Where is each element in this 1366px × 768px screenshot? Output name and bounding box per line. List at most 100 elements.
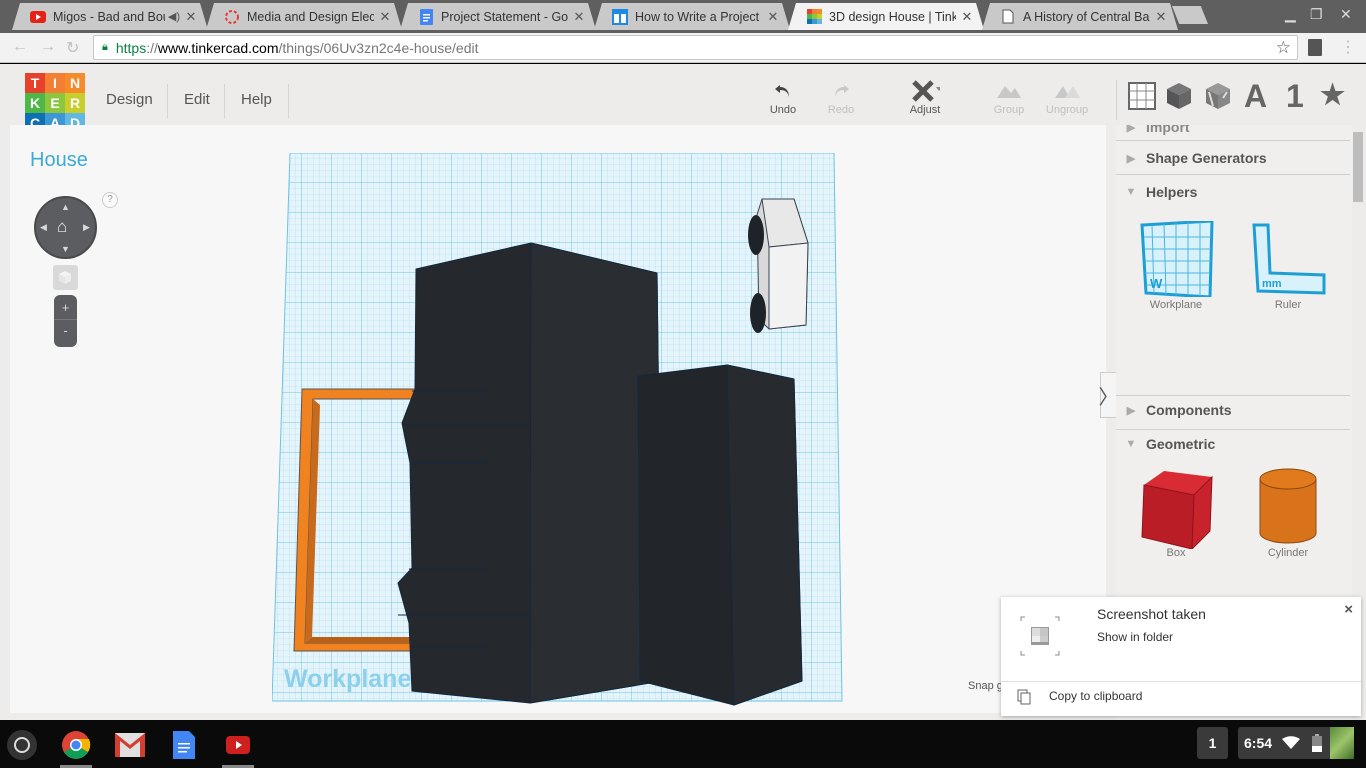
browser-tab[interactable]: Migos - Bad and Boujee ◀) ✕ [12, 3, 208, 30]
tab-close-icon[interactable]: ✕ [184, 9, 198, 25]
close-window-icon[interactable]: ✕ [1340, 6, 1352, 23]
adjust-label: Adjust [909, 104, 941, 116]
reload-icon[interactable]: ↻ [66, 38, 79, 58]
snap-grid-label[interactable]: Snap g [968, 680, 1003, 692]
minimize-icon[interactable]: ▁ [1285, 6, 1296, 23]
tinkercad-icon [806, 9, 822, 25]
shape-ruler[interactable]: mm Ruler [1243, 219, 1333, 311]
close-notification-icon[interactable]: × [1344, 601, 1353, 618]
browser-menu-icon[interactable]: ⋮ [1340, 37, 1356, 57]
copy-to-clipboard-button[interactable]: Copy to clipboard [1049, 689, 1142, 703]
panel-collapse-button[interactable]: 〉 [1099, 372, 1119, 418]
shape-label: Cylinder [1267, 547, 1309, 559]
youtube-icon [30, 9, 46, 25]
dark-block-shape[interactable] [637, 364, 803, 706]
redo-button[interactable]: Redo [816, 78, 866, 116]
design-canvas[interactable]: House ▲ ▼ ◀ ▶ ⌂ ? + - Workplane Snap g [10, 125, 1106, 713]
home-view-icon[interactable]: ⌂ [57, 217, 67, 237]
notification-count-badge[interactable]: 1 [1197, 727, 1228, 759]
browser-tab[interactable]: Project Statement - Google Docs ✕ [400, 3, 596, 30]
orbit-right-icon[interactable]: ▶ [83, 222, 90, 233]
help-button[interactable]: ? [102, 192, 118, 208]
google-docs-icon[interactable] [169, 730, 199, 760]
expand-arrow-icon: ▶ [1126, 404, 1136, 417]
number-icon[interactable]: 1 [1286, 78, 1304, 115]
show-in-folder-link[interactable]: Show in folder [1097, 630, 1173, 644]
section-divider [1116, 429, 1350, 430]
tab-close-icon[interactable]: ✕ [766, 9, 780, 25]
url-path: /things/06Uv3zn2c4e-house/edit [278, 39, 479, 56]
menu-help[interactable]: Help [241, 91, 272, 108]
shape-cylinder[interactable]: Cylinder [1243, 467, 1333, 559]
orbit-left-icon[interactable]: ◀ [40, 222, 47, 233]
view-navigation-control[interactable]: ▲ ▼ ◀ ▶ ⌂ [34, 196, 97, 259]
shape-label: Ruler [1274, 299, 1302, 311]
menu-edit[interactable]: Edit [184, 91, 210, 108]
tab-close-icon[interactable]: ✕ [1154, 9, 1168, 25]
zoom-out-button[interactable]: - [54, 320, 77, 345]
launcher-icon[interactable] [7, 730, 37, 760]
tab-close-icon[interactable]: ✕ [960, 9, 974, 25]
system-tray[interactable]: 6:54 [1238, 727, 1354, 759]
favorites-icon[interactable]: ★ [1320, 78, 1345, 111]
zoom-control: + - [54, 295, 77, 347]
back-icon[interactable]: ← [12, 38, 28, 56]
new-tab-button[interactable] [1172, 6, 1208, 24]
ruler-helper-icon: mm [1243, 219, 1333, 299]
dark-tower-shape[interactable] [397, 242, 663, 704]
logo-tile: T [25, 73, 45, 93]
adjust-button[interactable]: Adjust [900, 78, 950, 116]
ungroup-button[interactable]: Ungroup [1042, 78, 1092, 116]
project-title[interactable]: House [30, 149, 88, 172]
text-icon[interactable]: A [1244, 78, 1267, 115]
chrome-icon[interactable] [61, 730, 91, 760]
tab-title: How to Write a Project Statement [635, 9, 760, 24]
forward-icon[interactable]: → [40, 38, 56, 56]
user-avatar[interactable] [1330, 727, 1354, 759]
panel-scrollbar[interactable] [1353, 132, 1363, 202]
tab-close-icon[interactable]: ✕ [572, 9, 586, 25]
undo-icon [758, 78, 808, 104]
tinkercad-logo[interactable]: TINKERCAD [25, 73, 85, 133]
notification-divider [1001, 681, 1361, 682]
tab-title: Project Statement - Google Docs [441, 9, 568, 24]
tab-close-icon[interactable]: ✕ [378, 9, 392, 25]
google-docs-icon [418, 9, 434, 25]
browser-tab[interactable]: A History of Central Banking ✕ [982, 3, 1178, 30]
section-import[interactable]: ▶ Import [1116, 125, 1350, 137]
shape-box[interactable]: Box [1131, 467, 1221, 559]
browser-tab[interactable]: How to Write a Project Statement ✕ [594, 3, 790, 30]
solid-cube-icon[interactable] [1166, 82, 1192, 117]
orbit-up-icon[interactable]: ▲ [61, 202, 70, 212]
section-components[interactable]: ▶ Components [1116, 399, 1350, 421]
grid-view-icon[interactable] [1128, 82, 1156, 117]
section-geometric[interactable]: ▼ Geometric [1116, 433, 1350, 455]
ungroup-icon [1042, 78, 1092, 104]
section-helpers[interactable]: ▼ Helpers [1116, 181, 1350, 203]
orbit-down-icon[interactable]: ▼ [61, 244, 70, 254]
section-shape-generators[interactable]: ▶ Shape Generators [1116, 147, 1350, 169]
group-button[interactable]: Group [984, 78, 1034, 116]
shape-workplane[interactable]: W Workplane [1131, 219, 1221, 311]
svg-text:W: W [1150, 276, 1163, 291]
toolbar-divider [1116, 80, 1117, 120]
youtube-icon[interactable] [223, 730, 253, 760]
extension-icon[interactable] [1308, 39, 1322, 56]
ortho-view-button[interactable] [53, 265, 78, 290]
workplane-helper-icon: W [1131, 219, 1221, 299]
browser-tab-active[interactable]: 3D design House | Tinkercad ✕ [788, 3, 984, 30]
audio-playing-icon[interactable]: ◀) [168, 10, 180, 23]
menu-design[interactable]: Design [106, 91, 153, 108]
address-bar[interactable]: 🔒︎ https://www.tinkercad.com/things/06Uv… [93, 35, 1298, 60]
restore-icon[interactable]: ❐ [1310, 6, 1323, 23]
zoom-in-button[interactable]: + [54, 295, 77, 320]
box-shape-icon [1131, 467, 1221, 549]
3d-scene[interactable]: Workplane [272, 153, 852, 713]
gmail-icon[interactable] [115, 730, 145, 760]
striped-cube-icon[interactable] [1205, 82, 1231, 117]
browser-tab[interactable]: Media and Design Electives ✕ [206, 3, 402, 30]
bookmark-star-icon[interactable]: ☆ [1276, 38, 1291, 58]
expand-arrow-icon: ▶ [1126, 125, 1136, 134]
expand-arrow-icon: ▶ [1126, 152, 1136, 165]
undo-button[interactable]: Undo [758, 78, 808, 116]
